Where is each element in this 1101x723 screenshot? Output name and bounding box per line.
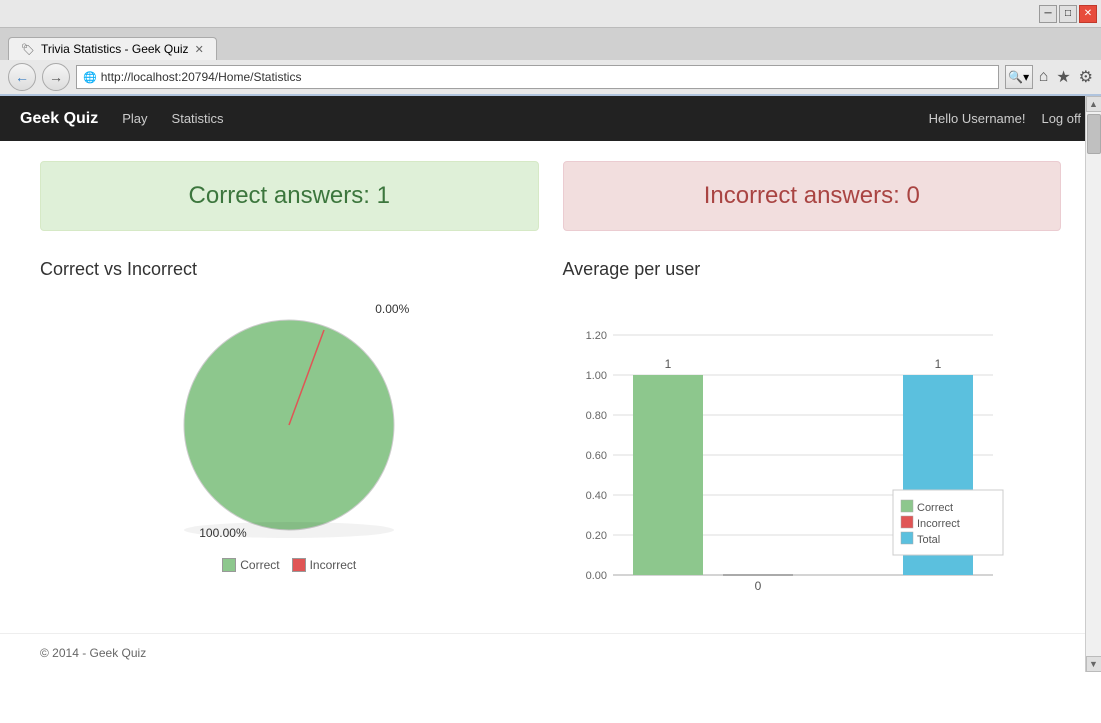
tab-title: Trivia Statistics - Geek Quiz (41, 42, 189, 56)
scroll-thumb[interactable] (1087, 114, 1101, 154)
browser-tab[interactable]: 🏷 Trivia Statistics - Geek Quiz ✕ (8, 37, 217, 60)
bar-chart-area: 1.20 1.00 0.80 0.60 0.40 0.20 0.00 1 0 (563, 290, 1062, 605)
tab-icon: 🏷 (21, 43, 35, 56)
settings-icon[interactable]: ⚙ (1079, 67, 1093, 87)
stats-boxes: Correct answers: 1 Incorrect answers: 0 (40, 161, 1061, 231)
pie-label-correct-pct: 100.00% (199, 526, 246, 540)
close-button[interactable]: ✕ (1079, 5, 1097, 23)
minimize-button[interactable]: ─ (1039, 5, 1057, 23)
toolbar-icons: ⌂ ★ ⚙ (1039, 67, 1093, 87)
navbar-user: Hello Username! (929, 111, 1026, 126)
svg-text:0.60: 0.60 (585, 450, 606, 462)
star-icon[interactable]: ★ (1056, 67, 1070, 87)
incorrect-stat-box: Incorrect answers: 0 (563, 161, 1062, 231)
bar-chart-section: Average per user (563, 259, 1062, 605)
navbar: Geek Quiz Play Statistics Hello Username… (0, 96, 1101, 141)
url-icon: 🌐 (83, 71, 97, 84)
bar-chart-svg: 1.20 1.00 0.80 0.60 0.40 0.20 0.00 1 0 (563, 290, 1023, 600)
pie-chart-section: Correct vs Incorrect 0.00% (40, 259, 539, 605)
home-icon[interactable]: ⌂ (1039, 68, 1049, 86)
navbar-logoff[interactable]: Log off (1041, 111, 1081, 126)
svg-text:0.80: 0.80 (585, 410, 606, 422)
incorrect-stat-text: Incorrect answers: 0 (704, 182, 920, 209)
navbar-brand[interactable]: Geek Quiz (20, 110, 98, 128)
pie-legend-correct: Correct (222, 558, 279, 572)
window-controls[interactable]: ─ □ ✕ (1039, 5, 1097, 23)
svg-text:0.20: 0.20 (585, 530, 606, 542)
bar-correct (633, 375, 703, 575)
navbar-link-play[interactable]: Play (122, 111, 147, 126)
search-button[interactable]: 🔍▾ (1005, 65, 1033, 89)
address-bar: ← → 🌐 http://localhost:20794/Home/Statis… (0, 60, 1101, 96)
correct-stat-box: Correct answers: 1 (40, 161, 539, 231)
forward-button[interactable]: → (42, 63, 70, 91)
url-box[interactable]: 🌐 http://localhost:20794/Home/Statistics (76, 65, 999, 89)
charts-row: Correct vs Incorrect 0.00% (40, 259, 1061, 605)
svg-text:Incorrect: Incorrect (917, 518, 960, 530)
correct-stat-text: Correct answers: 1 (189, 182, 390, 209)
url-text: http://localhost:20794/Home/Statistics (101, 70, 992, 84)
svg-text:1: 1 (934, 357, 941, 371)
scroll-down-arrow[interactable]: ▼ (1086, 656, 1101, 672)
pie-legend-incorrect: Incorrect (292, 558, 357, 572)
svg-text:1: 1 (664, 357, 671, 371)
title-bar: ─ □ ✕ (0, 0, 1101, 28)
svg-text:0.40: 0.40 (585, 490, 606, 502)
pie-legend-correct-label: Correct (240, 558, 279, 572)
footer-text: © 2014 - Geek Quiz (40, 646, 146, 660)
svg-text:Total: Total (917, 534, 940, 546)
bar-chart-title: Average per user (563, 259, 1062, 280)
footer: © 2014 - Geek Quiz (0, 633, 1101, 672)
svg-text:1.20: 1.20 (585, 330, 606, 342)
pie-chart-title: Correct vs Incorrect (40, 259, 539, 280)
main-content: Correct answers: 1 Incorrect answers: 0 … (0, 141, 1101, 625)
pie-legend-incorrect-label: Incorrect (310, 558, 357, 572)
tab-close-button[interactable]: ✕ (195, 43, 204, 56)
back-button[interactable]: ← (8, 63, 36, 91)
maximize-button[interactable]: □ (1059, 5, 1077, 23)
svg-text:0.00: 0.00 (585, 570, 606, 582)
navbar-right: Hello Username! Log off (929, 111, 1081, 126)
tab-bar: 🏷 Trivia Statistics - Geek Quiz ✕ (0, 28, 1101, 60)
svg-text:0: 0 (754, 579, 761, 593)
page-wrapper: Geek Quiz Play Statistics Hello Username… (0, 96, 1101, 672)
pie-container: 0.00% 100.00% (40, 290, 539, 572)
pie-legend-incorrect-color (292, 558, 306, 572)
search-icon: 🔍▾ (1008, 70, 1029, 84)
svg-text:Correct: Correct (917, 502, 953, 514)
scrollbar[interactable]: ▲ ▼ (1085, 96, 1101, 672)
pie-chart-svg (139, 310, 439, 550)
scroll-up-arrow[interactable]: ▲ (1086, 96, 1101, 112)
navbar-link-statistics[interactable]: Statistics (172, 111, 224, 126)
pie-legend-correct-color (222, 558, 236, 572)
svg-text:1.00: 1.00 (585, 370, 606, 382)
pie-legend: Correct Incorrect (222, 558, 356, 572)
